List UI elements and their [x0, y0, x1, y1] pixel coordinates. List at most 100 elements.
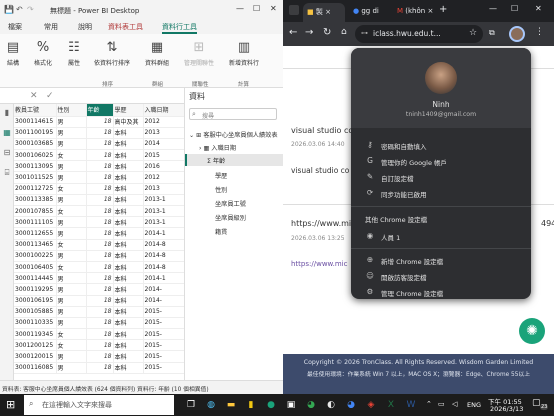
table-cell[interactable]: 本科: [113, 339, 144, 352]
table-cell[interactable]: 本科: [113, 183, 144, 195]
table-cell[interactable]: 3001011525: [14, 171, 57, 184]
table-cell[interactable]: 女: [56, 239, 87, 251]
table-cell[interactable]: 18: [86, 138, 114, 151]
table-node[interactable]: ⌄ ⊞ 客服中心坐席員個人績效表: [189, 130, 278, 139]
menu-home[interactable]: 常用: [44, 22, 58, 32]
menu-help[interactable]: 說明: [78, 22, 92, 32]
reload-icon[interactable]: ↻: [323, 27, 331, 38]
table-cell[interactable]: 3001200125: [14, 339, 57, 352]
table-cell[interactable]: 18: [86, 227, 114, 240]
table-cell[interactable]: 女: [56, 328, 87, 341]
app-icon[interactable]: ●: [264, 398, 278, 412]
excel-icon[interactable]: X: [384, 398, 398, 412]
tab-gmail[interactable]: M (khôn ×: [393, 3, 435, 22]
table-cell[interactable]: 本科: [113, 205, 144, 218]
close-icon[interactable]: ✕: [270, 4, 277, 13]
table-cell[interactable]: 3000113385: [14, 194, 57, 207]
table-cell[interactable]: 2015-: [143, 317, 184, 330]
extensions-icon[interactable]: ⧉: [489, 28, 495, 38]
post-link[interactable]: https://www.mic: [291, 260, 347, 268]
chrome-icon[interactable]: ◕: [304, 398, 318, 412]
menu-google-account[interactable]: G 管理你的 Google 帳戶: [351, 153, 531, 169]
table-cell[interactable]: 3000112655: [14, 227, 57, 240]
table-cell[interactable]: 3000103685: [14, 138, 57, 151]
table-cell[interactable]: 高中及其: [113, 116, 144, 128]
table-cell[interactable]: 本科: [113, 362, 144, 374]
table-cell[interactable]: 男: [56, 194, 87, 207]
post-title[interactable]: visual studio co: [291, 126, 353, 135]
table-cell[interactable]: 18: [86, 272, 114, 285]
maximize-icon[interactable]: ☐: [253, 4, 260, 13]
menu-file[interactable]: 檔案: [8, 22, 22, 32]
table-cell[interactable]: 男: [56, 350, 87, 363]
table-cell[interactable]: 3000106025: [14, 149, 57, 162]
profile-avatar[interactable]: [509, 26, 525, 42]
taskbar-search-input[interactable]: ⌕ 在這裡輸入文字來搜尋: [24, 395, 174, 415]
table-cell[interactable]: 本科: [113, 283, 144, 296]
field-agent-id[interactable]: 坐席員工號: [215, 199, 246, 208]
site-info-icon[interactable]: ⊶: [361, 29, 368, 37]
forward-icon[interactable]: →: [305, 27, 313, 38]
network-icon[interactable]: ▭: [438, 400, 445, 408]
table-cell[interactable]: 18: [86, 362, 114, 374]
table-cell[interactable]: 2015-: [143, 362, 184, 374]
table-cell[interactable]: 2013-1: [143, 194, 184, 207]
chrome-icon[interactable]: ◕: [344, 398, 358, 412]
table-cell[interactable]: 本科: [113, 216, 144, 229]
menu-passwords[interactable]: ⚷ 密碼和自動填入: [351, 137, 531, 153]
more-menu-icon[interactable]: ⋮: [535, 27, 544, 37]
col-header-education[interactable]: 學歷: [113, 104, 144, 117]
data-group-button[interactable]: ▦ 資料群組: [140, 40, 174, 67]
table-cell[interactable]: 2015-: [143, 306, 184, 318]
table-cell[interactable]: 本科: [113, 250, 144, 262]
table-cell[interactable]: 3000119295: [14, 283, 57, 296]
maximize-icon[interactable]: ☐: [511, 4, 518, 13]
table-cell[interactable]: 女: [56, 205, 87, 218]
redo-icon[interactable]: ↷: [27, 5, 34, 14]
table-cell[interactable]: 18: [86, 250, 114, 262]
table-cell[interactable]: 18: [86, 306, 114, 318]
menu-column-tools[interactable]: 資料行工具: [162, 22, 197, 34]
col-header-hire-date[interactable]: 入職日期: [143, 104, 184, 117]
minimize-icon[interactable]: —: [489, 4, 497, 13]
table-cell[interactable]: 女: [56, 149, 87, 162]
table-cell[interactable]: 3000114445: [14, 272, 57, 285]
address-bar[interactable]: ⊶ iclass.hwu.edu.t... ☆: [355, 25, 483, 43]
table-view-icon[interactable]: ▦: [2, 128, 12, 138]
table-cell[interactable]: 18: [86, 216, 114, 229]
col-header-id[interactable]: 教員工號: [14, 104, 57, 117]
table-cell[interactable]: 18: [86, 328, 114, 341]
table-cell[interactable]: 2014: [143, 138, 184, 151]
table-cell[interactable]: 2013: [143, 183, 184, 195]
field-education[interactable]: 學歷: [215, 171, 227, 180]
table-cell[interactable]: 18: [86, 183, 114, 195]
confirm-icon[interactable]: ✓: [46, 91, 54, 101]
table-cell[interactable]: 女: [56, 339, 87, 352]
table-cell[interactable]: 男: [56, 250, 87, 262]
save-icon[interactable]: 💾: [4, 5, 14, 14]
col-header-age[interactable]: 年齡: [86, 104, 114, 117]
back-icon[interactable]: ←: [289, 27, 297, 38]
table-cell[interactable]: 18: [86, 205, 114, 218]
store-icon[interactable]: ▣: [284, 398, 298, 412]
table-cell[interactable]: 本科: [113, 138, 144, 151]
cancel-icon[interactable]: ✕: [30, 91, 38, 101]
table-cell[interactable]: 2015-: [143, 339, 184, 352]
table-cell[interactable]: 男: [56, 138, 87, 151]
task-view-icon[interactable]: ❐: [184, 398, 198, 412]
table-cell[interactable]: 本科: [113, 306, 144, 318]
model-view-icon[interactable]: ⊟: [2, 148, 12, 158]
new-column-button[interactable]: ▥ 新增資料行: [224, 40, 264, 67]
table-cell[interactable]: 本科: [113, 127, 144, 139]
table-cell[interactable]: 男: [56, 272, 87, 285]
post-title[interactable]: visual studio co: [291, 166, 349, 175]
table-cell[interactable]: 3000105885: [14, 306, 57, 318]
menu-guest-profile[interactable]: ☺ 開啟訪客設定檔: [351, 268, 531, 284]
home-icon[interactable]: ⌂: [341, 27, 347, 37]
table-cell[interactable]: 3000106195: [14, 295, 57, 307]
field-hire-date[interactable]: › ▦ 入職日期: [199, 143, 236, 152]
new-tab-icon[interactable]: +: [439, 4, 447, 15]
table-cell[interactable]: 女: [56, 183, 87, 195]
table-cell[interactable]: 2014-: [143, 295, 184, 307]
table-cell[interactable]: 2000112725: [14, 183, 57, 195]
